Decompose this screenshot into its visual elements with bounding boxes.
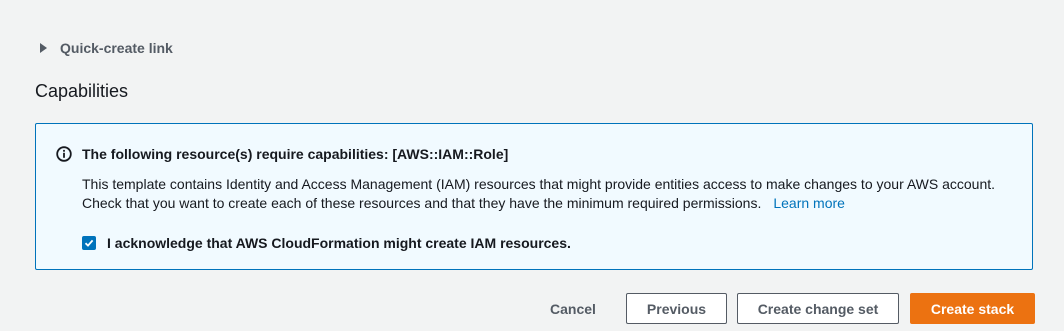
checkmark-icon [84, 239, 94, 247]
alert-body-line-2: Check that you want to create each of th… [82, 194, 995, 213]
learn-more-link[interactable]: Learn more [773, 195, 845, 211]
acknowledge-iam-checkbox-row[interactable]: I acknowledge that AWS CloudFormation mi… [82, 234, 571, 251]
alert-body-line-2-text: Check that you want to create each of th… [82, 195, 762, 211]
quick-create-link-expander[interactable]: Quick-create link [40, 38, 173, 58]
quick-create-link-label: Quick-create link [60, 40, 173, 56]
acknowledge-checkbox[interactable] [82, 235, 96, 250]
create-stack-button[interactable]: Create stack [910, 293, 1035, 324]
cancel-button[interactable]: Cancel [540, 293, 606, 324]
create-change-set-button[interactable]: Create change set [737, 293, 899, 324]
alert-title: The following resource(s) require capabi… [82, 146, 509, 162]
previous-button[interactable]: Previous [626, 293, 727, 324]
capabilities-heading: Capabilities [35, 81, 129, 101]
info-icon [56, 146, 72, 162]
caret-right-icon [40, 43, 47, 53]
alert-body-line-1: This template contains Identity and Acce… [82, 176, 996, 192]
capabilities-info-alert: The following resource(s) require capabi… [35, 123, 1033, 270]
alert-body: This template contains Identity and Acce… [82, 175, 995, 213]
acknowledge-label: I acknowledge that AWS CloudFormation mi… [107, 234, 571, 251]
